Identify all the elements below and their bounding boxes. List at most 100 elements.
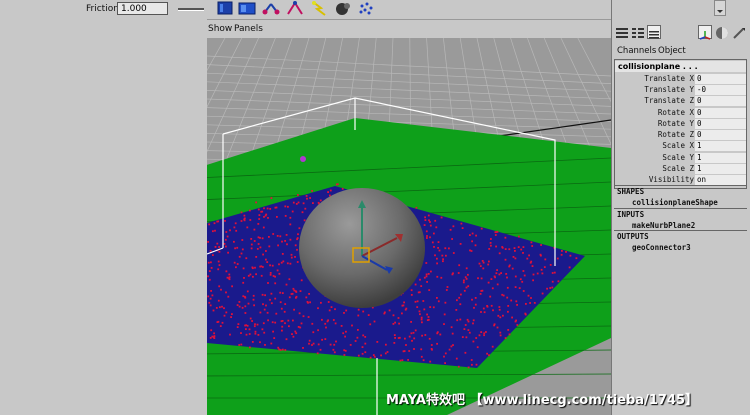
scroll-arrow[interactable]	[714, 0, 726, 16]
particle	[420, 318, 423, 321]
particle	[514, 250, 516, 252]
layer-editor-icon[interactable]	[631, 25, 645, 39]
attr-row-rotate-y[interactable]: Rotate Y0	[615, 118, 746, 129]
particle	[426, 235, 428, 237]
particle	[242, 295, 245, 298]
channel-box-icon[interactable]	[615, 25, 629, 39]
particle	[514, 275, 517, 278]
attr-label: Translate Y	[644, 85, 694, 94]
shading-icon[interactable]	[715, 25, 729, 39]
shapes-item[interactable]: collisionplaneShape	[614, 197, 747, 208]
particle	[394, 321, 396, 324]
particle	[429, 360, 432, 363]
particle	[240, 252, 243, 255]
lightning-icon[interactable]	[309, 0, 329, 16]
tab-channels[interactable]: Channels	[617, 46, 656, 56]
particle	[257, 334, 260, 336]
attr-row-scale-x[interactable]: Scale X1	[615, 140, 746, 151]
particle	[429, 224, 432, 227]
viewport-menubar: Show Panels	[207, 19, 611, 38]
particle-icon[interactable]	[285, 0, 305, 16]
particle	[207, 261, 210, 264]
friction-slider[interactable]	[178, 8, 204, 11]
particle	[423, 276, 426, 279]
attr-row-rotate-x[interactable]: Rotate X0	[615, 107, 746, 118]
tab-object[interactable]: Object	[658, 46, 686, 56]
particle	[491, 287, 494, 290]
attr-value[interactable]: 1	[695, 153, 746, 163]
particle	[302, 315, 305, 318]
particle	[416, 300, 419, 303]
particle	[437, 300, 440, 303]
particle	[325, 326, 327, 329]
particle	[540, 268, 543, 271]
perspective-viewport[interactable]	[207, 38, 611, 415]
particle	[306, 197, 308, 200]
outputs-item[interactable]: geoConnector3	[614, 242, 747, 253]
particle	[345, 330, 347, 333]
menu-show[interactable]: Show	[208, 24, 232, 34]
particle	[282, 260, 285, 263]
emitter-icon[interactable]	[261, 0, 281, 16]
particle	[427, 316, 430, 318]
particle	[443, 323, 445, 325]
attr-row-rotate-z[interactable]: Rotate Z0	[615, 129, 746, 140]
particle	[276, 269, 279, 272]
attr-row-translate-x[interactable]: Translate X0	[615, 73, 746, 84]
attr-row-scale-y[interactable]: Scale Y1	[615, 152, 746, 163]
particle	[230, 316, 232, 318]
particle	[410, 294, 413, 296]
attr-value[interactable]: on	[695, 175, 746, 185]
pen-tool-icon[interactable]	[732, 25, 746, 39]
attr-value[interactable]: 0	[695, 130, 746, 140]
attr-row-translate-z[interactable]: Translate Z0	[615, 95, 746, 106]
particle	[294, 244, 297, 247]
particle	[281, 240, 283, 243]
particle	[280, 320, 283, 323]
attr-value[interactable]: 1	[695, 164, 746, 174]
particle	[432, 306, 435, 309]
pivot-marker	[300, 156, 306, 162]
particle	[512, 256, 515, 258]
attr-row-translate-y[interactable]: Translate Y -0	[615, 84, 746, 95]
particle	[467, 285, 470, 288]
particle	[281, 329, 283, 332]
attr-value[interactable]: -0	[695, 85, 746, 95]
particle	[340, 325, 343, 327]
particle	[262, 322, 265, 325]
particle	[508, 248, 511, 251]
particle	[376, 341, 379, 343]
attr-value[interactable]: 0	[695, 74, 746, 84]
particles-cloud-icon[interactable]	[357, 0, 377, 16]
attr-row-visibility[interactable]: Visibility on	[615, 174, 746, 185]
particle	[224, 238, 227, 241]
particle	[456, 299, 458, 302]
attr-value[interactable]: 0	[695, 108, 746, 118]
attr-label: Translate X	[644, 74, 694, 83]
particle	[296, 248, 298, 251]
attribute-list-icon[interactable]	[647, 25, 661, 39]
attr-row-scale-z[interactable]: Scale Z1	[615, 163, 746, 174]
channel-box-attributes: collisionplane . . . Translate X0 Transl…	[614, 59, 747, 189]
node-name[interactable]: collisionplane . . .	[615, 61, 746, 72]
particle	[208, 278, 211, 281]
attr-value[interactable]: 1	[695, 141, 746, 151]
particle	[465, 286, 468, 289]
particle	[245, 328, 247, 330]
particle	[541, 272, 544, 275]
friction-field[interactable]: 1.000	[117, 2, 168, 15]
rigid-body-icon[interactable]	[237, 0, 257, 16]
attr-value[interactable]: 0	[695, 96, 746, 106]
particle	[333, 351, 336, 354]
particle	[271, 321, 274, 324]
particle	[458, 264, 461, 267]
axis-icon[interactable]	[698, 25, 712, 40]
attr-value[interactable]: 0	[695, 119, 746, 129]
field-icon[interactable]	[215, 0, 235, 16]
menu-panels[interactable]: Panels	[234, 24, 263, 34]
fluid-icon[interactable]	[333, 0, 353, 16]
grid-line	[207, 72, 611, 92]
particle	[519, 278, 522, 281]
particle	[253, 304, 255, 307]
particle	[416, 306, 419, 308]
